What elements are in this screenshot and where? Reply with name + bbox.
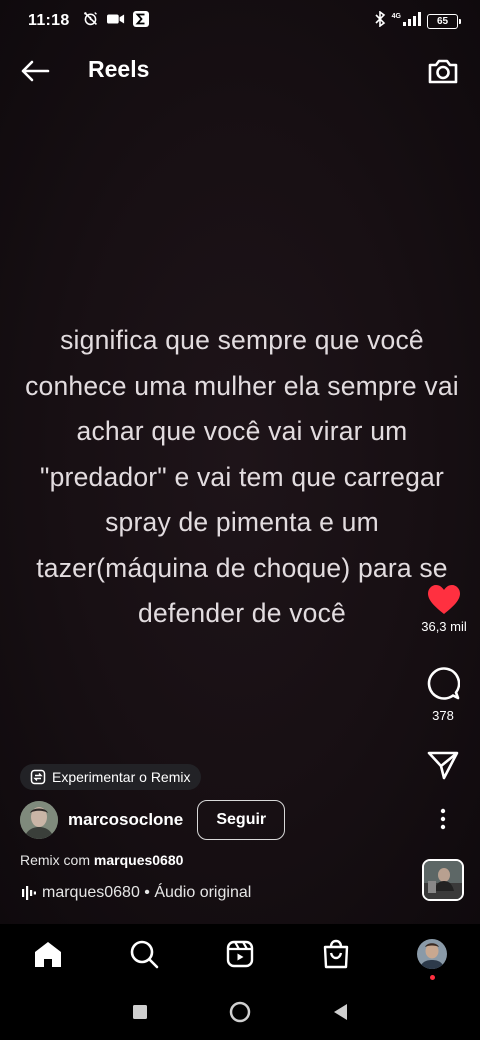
system-back-button[interactable] [328, 1000, 352, 1024]
audio-thumbnail[interactable] [422, 859, 464, 901]
status-bar: 11:18 4G 65 [0, 0, 480, 42]
audio-text: marques0680 • Áudio original [42, 884, 252, 901]
nav-profile[interactable] [412, 934, 452, 974]
alarm-off-icon [82, 10, 99, 32]
shop-icon [323, 939, 349, 969]
recents-button[interactable] [128, 1000, 152, 1024]
status-icons-left [82, 10, 149, 32]
more-options-button[interactable] [432, 808, 454, 830]
bottom-navigation [0, 924, 480, 984]
camera-icon [428, 59, 458, 84]
system-navigation [0, 984, 480, 1040]
battery-icon: 65 [427, 13, 461, 29]
arrow-left-icon [21, 60, 50, 82]
nav-search[interactable] [124, 934, 164, 974]
author-avatar[interactable] [20, 801, 58, 839]
author-row: marcosoclone Seguir [20, 800, 286, 840]
more-icon [440, 808, 446, 830]
reels-icon [226, 940, 254, 968]
remix-attribution[interactable]: Remix com marques0680 [20, 852, 183, 868]
comment-icon [427, 667, 460, 700]
like-count: 36,3 mil [421, 619, 467, 634]
system-home-button[interactable] [228, 1000, 252, 1024]
triangle-back-icon [334, 1004, 347, 1020]
back-button[interactable] [18, 54, 52, 88]
circle-icon [229, 1001, 251, 1023]
try-remix-label: Experimentar o Remix [52, 769, 191, 785]
profile-avatar [417, 939, 447, 969]
nav-shop[interactable] [316, 934, 356, 974]
share-icon [427, 751, 459, 780]
remix-prefix: Remix com [20, 852, 91, 868]
nav-home[interactable] [28, 934, 68, 974]
network-type: 4G [391, 12, 401, 20]
comment-count: 378 [432, 708, 454, 723]
follow-button[interactable]: Seguir [197, 800, 286, 840]
reels-header: Reels [0, 48, 480, 92]
nav-reels[interactable] [220, 934, 260, 974]
square-icon [133, 1005, 147, 1019]
remix-icon [30, 769, 46, 785]
video-camera-icon [106, 12, 125, 31]
sigma-app-icon [132, 10, 149, 32]
camera-button[interactable] [424, 52, 462, 90]
search-icon [130, 940, 159, 969]
audio-attribution[interactable]: marques0680 • Áudio original [22, 884, 251, 902]
like-action[interactable]: 36,3 mil [416, 584, 472, 634]
profile-notification-dot [430, 975, 435, 980]
share-action[interactable] [426, 750, 460, 780]
heart-icon [428, 585, 460, 614]
signal-icon [403, 11, 421, 31]
try-remix-chip[interactable]: Experimentar o Remix [20, 764, 201, 790]
page-title: Reels [88, 56, 150, 82]
audio-bars-icon [22, 886, 36, 900]
author-username[interactable]: marcosoclone [68, 810, 183, 830]
home-icon [35, 942, 61, 967]
bluetooth-icon [374, 9, 386, 32]
status-time: 11:18 [28, 12, 70, 29]
remix-user: marques0680 [93, 852, 184, 868]
comment-action[interactable]: 378 [418, 666, 468, 723]
video-caption-text: significa que sempre que você conhece um… [25, 325, 459, 628]
status-icons-right: 4G 65 [374, 9, 461, 32]
